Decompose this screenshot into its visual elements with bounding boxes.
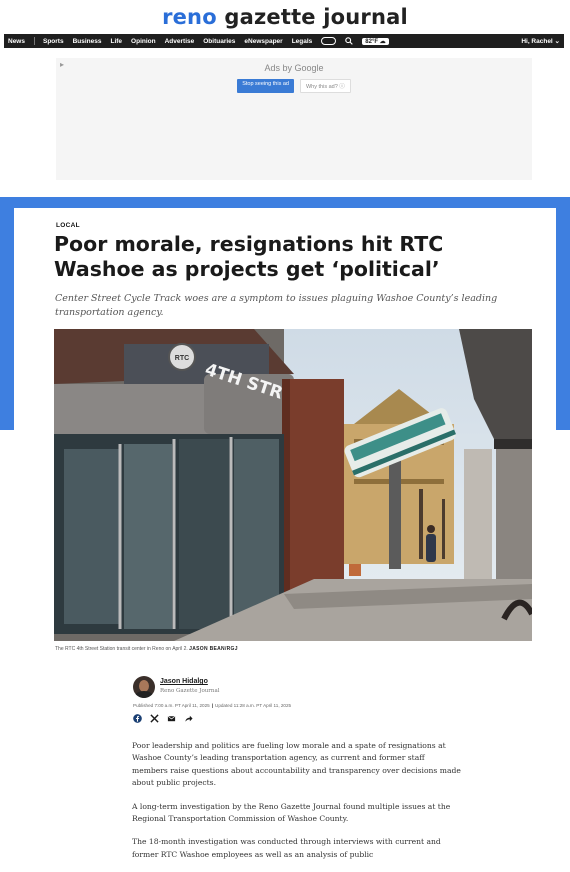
user-menu[interactable]: Hi, Rachel ⌄ [521,37,560,45]
x-icon[interactable] [150,714,159,723]
nav-item-sports[interactable]: Sports [43,38,64,45]
nav-item-opinion[interactable]: Opinion [131,38,156,45]
email-icon[interactable] [167,714,176,723]
article-photo[interactable]: RTC 4TH STREET [54,329,532,641]
caption-text: The RTC 4th Street Station transit cente… [55,646,188,652]
body-paragraph: A long-term investigation by the Reno Ga… [132,801,451,824]
photo-logo-text: RTC [175,355,189,362]
site-logo[interactable]: reno gazette journal [162,5,408,29]
article-subheadline: Center Street Cycle Track woes are a sym… [55,293,498,318]
logo-word-gazette-journal: gazette journal [224,5,408,29]
body-paragraph: The 18-month investigation was conducted… [132,837,441,859]
search-icon[interactable] [345,37,354,45]
weather-badge[interactable]: 82°F ☁ [362,37,389,45]
ad-slot: ▸ Ads by Google Stop seeing this ad Why … [56,58,532,180]
nav-item-life[interactable]: Life [110,38,122,45]
publish-dates: Published 7:00 a.m. PT April 11, 2025 | Up… [133,703,292,708]
logo-word-reno: reno [162,5,217,29]
nav-item-news[interactable]: News [8,38,25,45]
photo-credit: JASON BEAN/RGJ [189,646,238,652]
why-this-ad-button[interactable]: Why this ad? ⓘ [299,79,351,93]
article-headline: Poor morale, resignations hit RTC Washoe… [54,232,444,281]
nav-item-business[interactable]: Business [73,38,102,45]
updated-date: Updated 11:28 a.m. PT April 11, 2025 [215,703,292,708]
facebook-icon[interactable] [133,714,142,723]
article-body: Poor leadership and politics are fueling… [132,740,462,872]
masthead: reno gazette journal [0,0,570,34]
nav-item-advertise[interactable]: Advertise [165,38,195,45]
published-date: Published 7:00 a.m. PT April 11, 2025 [133,703,210,708]
ads-by-google-label: Ads by Google [264,63,324,73]
body-paragraph: Poor leadership and politics are fueling… [132,741,461,788]
nav-item-obituaries[interactable]: Obituaries [203,38,235,45]
main-nav: News Sports Business Life Opinion Advert… [4,34,564,48]
share-buttons [133,714,193,723]
section-label[interactable]: LOCAL [56,222,80,229]
avatar[interactable] [133,676,155,698]
share-icon[interactable] [184,714,193,723]
author-org: Reno Gazette Journal [160,688,220,694]
nav-divider [33,37,35,45]
stop-seeing-ad-button[interactable]: Stop seeing this ad [237,79,294,93]
nav-item-enewspaper[interactable]: eNewspaper [244,38,282,45]
theme-toggle-icon[interactable] [321,37,337,45]
nav-item-legals[interactable]: Legals [292,38,313,45]
byline: Jason Hidalgo Reno Gazette Journal Publi… [133,676,453,726]
photo-illustration: RTC 4TH STREET [54,329,532,641]
author-name[interactable]: Jason Hidalgo [160,678,208,685]
ad-feedback-buttons: Stop seeing this ad Why this ad? ⓘ [56,79,532,93]
photo-caption: The RTC 4th Street Station transit cente… [55,646,238,652]
